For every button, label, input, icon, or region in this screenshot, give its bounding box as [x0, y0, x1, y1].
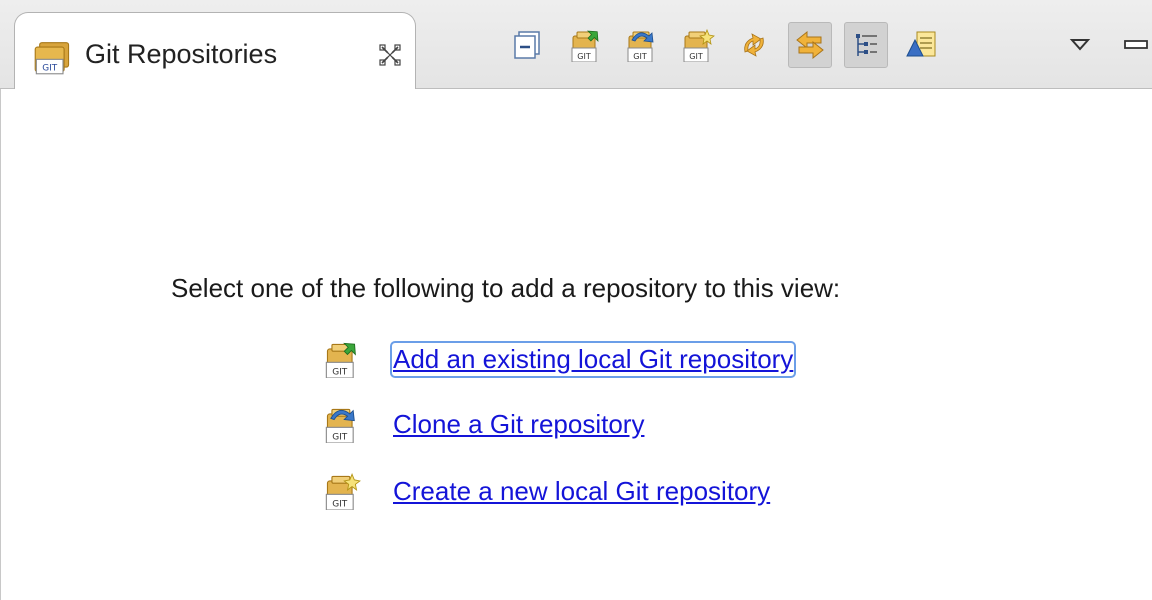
create-repository-link[interactable]: Create a new local Git repository [393, 476, 770, 507]
create-repository-link-row[interactable]: Create a new local Git repository [323, 471, 770, 511]
refresh-button[interactable] [732, 22, 776, 68]
outline-icon [906, 31, 936, 57]
close-icon[interactable] [379, 44, 401, 66]
git-repositories-tab[interactable]: GIT Git Repositories [14, 12, 416, 89]
clone-repository-button[interactable] [620, 22, 664, 68]
create-repository-button[interactable] [676, 22, 720, 68]
add-existing-repository-link-row[interactable]: Add an existing local Git repository [323, 339, 797, 379]
view-toolbar [506, 22, 1152, 70]
refresh-icon [744, 33, 764, 57]
repositories-view-content: Select one of the following to add a rep… [0, 89, 1152, 600]
add-repository-button[interactable] [564, 22, 608, 68]
empty-view-prompt: Select one of the following to add a rep… [171, 273, 841, 303]
add-repository-icon [325, 342, 356, 378]
minimize-button[interactable] [1112, 22, 1152, 68]
clone-repository-icon [325, 408, 355, 443]
collapse-all-button[interactable] [506, 22, 550, 68]
create-repository-icon [325, 473, 361, 510]
hierarchical-layout-icon [856, 34, 877, 56]
link-with-selection-icon [796, 30, 824, 60]
collapse-all-icon [514, 31, 540, 59]
clone-repository-icon [627, 31, 654, 62]
clone-repository-link-row[interactable]: Clone a Git repository [323, 404, 644, 444]
minimize-icon [1124, 40, 1148, 49]
git-repositories-icon: GIT [34, 42, 70, 75]
tab-title: Git Repositories [85, 39, 278, 69]
add-repository-icon [571, 30, 599, 62]
clone-repository-link[interactable]: Clone a Git repository [393, 409, 644, 440]
view-menu-icon [1069, 39, 1091, 51]
view-tab-strip: GIT Git Repositories [0, 0, 1152, 89]
outline-button[interactable] [900, 22, 944, 68]
create-repository-icon [683, 28, 715, 62]
view-menu-button[interactable] [1058, 22, 1102, 68]
svg-text:GIT: GIT [42, 63, 57, 73]
hierarchical-layout-button[interactable] [844, 22, 888, 68]
link-with-selection-button[interactable] [788, 22, 832, 68]
add-existing-repository-link[interactable]: Add an existing local Git repository [389, 340, 797, 378]
